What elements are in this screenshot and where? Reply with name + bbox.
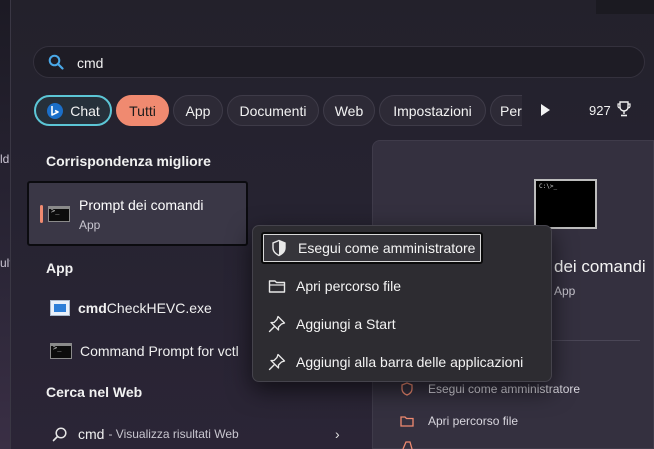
best-match-title: Prompt dei comandi [79,197,204,213]
chevron-right-icon[interactable]: › [335,426,340,442]
pin-icon [268,315,286,333]
menu-item-run-as-admin[interactable]: Esegui come amministratore [261,232,483,264]
best-match-subtitle: App [79,218,101,232]
web-search-item[interactable]: cmd - Visualizza risultati Web [52,424,352,444]
filter-chip-label: Impostazioni [393,102,472,119]
search-input[interactable]: cmd [77,55,103,71]
preview-subtitle: App [554,284,576,298]
folder-icon [400,416,414,427]
search-icon [48,54,64,70]
preview-action-label: Esegui come amministratore [428,382,581,396]
selection-indicator [40,205,43,223]
scroll-right-icon[interactable] [540,104,550,116]
list-item[interactable]: cmdCheckHEVC.exe [50,298,212,318]
filter-chip-label: Chat [70,102,100,119]
search-bar[interactable]: cmd [33,46,645,78]
search-icon [52,427,67,442]
web-search-heading: Cerca nel Web [46,384,143,400]
web-search-description: - Visualizza risultati Web [108,427,239,441]
menu-item-label: Aggiungi alla barra delle applicazioni [296,354,524,370]
filter-chip-label: Per [500,102,522,119]
shield-icon [272,239,286,257]
filter-chip-app[interactable]: App [173,95,223,126]
shield-icon [401,382,413,396]
app-item-label: Command Prompt for vctl [80,343,239,359]
menu-item-open-file-location[interactable]: Apri percorso file [261,270,545,302]
list-item[interactable]: Command Prompt for vctl [50,341,239,361]
preview-action-run-as-admin[interactable]: Esegui come amministratore [400,380,580,398]
apps-heading: App [46,260,74,276]
web-search-query: cmd [78,426,105,442]
best-match-heading: Corrispondenza migliore [46,153,211,169]
menu-item-label: Esegui come amministratore [298,240,476,256]
exe-icon [50,300,70,316]
app-item-label: cmdCheckHEVC.exe [78,300,212,316]
desktop-edge-text: ld [0,152,10,166]
filter-chip-documenti[interactable]: Documenti [227,95,319,126]
filter-chip-web[interactable]: Web [323,95,375,126]
preview-action-open-location[interactable]: Apri percorso file [400,412,518,430]
rewards-points: 927 [589,103,611,118]
filter-chip-chat[interactable]: Chat [34,95,112,126]
menu-item-label: Apri percorso file [296,278,402,294]
pin-icon [402,441,413,449]
filter-chip-label: Documenti [239,102,307,119]
filter-chip-label: Tutti [129,102,156,119]
trophy-icon[interactable] [617,101,631,117]
pin-icon [268,353,286,371]
command-prompt-icon [50,343,72,359]
best-match-item[interactable]: Prompt dei comandi App [27,181,248,246]
menu-item-pin-to-start[interactable]: Aggiungi a Start [261,308,545,340]
preview-title: dei comandi [554,257,646,276]
filter-chip-label: App [185,102,211,119]
bing-chat-icon [47,102,64,119]
preview-action-label: Apri percorso file [428,414,519,428]
command-prompt-icon [48,206,70,222]
menu-item-label: Aggiungi a Start [296,316,396,332]
folder-icon [268,280,286,293]
filter-chip-tutti[interactable]: Tutti [116,95,169,126]
filter-chip-impostazioni[interactable]: Impostazioni [379,95,486,126]
command-prompt-preview-icon [534,179,597,229]
taskbar-corner [596,0,654,14]
filter-chip-label: Web [334,102,364,119]
menu-item-pin-to-taskbar[interactable]: Aggiungi alla barra delle applicazioni [261,346,545,378]
filter-chip-persone[interactable]: Per [490,95,522,126]
context-menu: Esegui come amministratore Apri percorso… [252,225,552,382]
